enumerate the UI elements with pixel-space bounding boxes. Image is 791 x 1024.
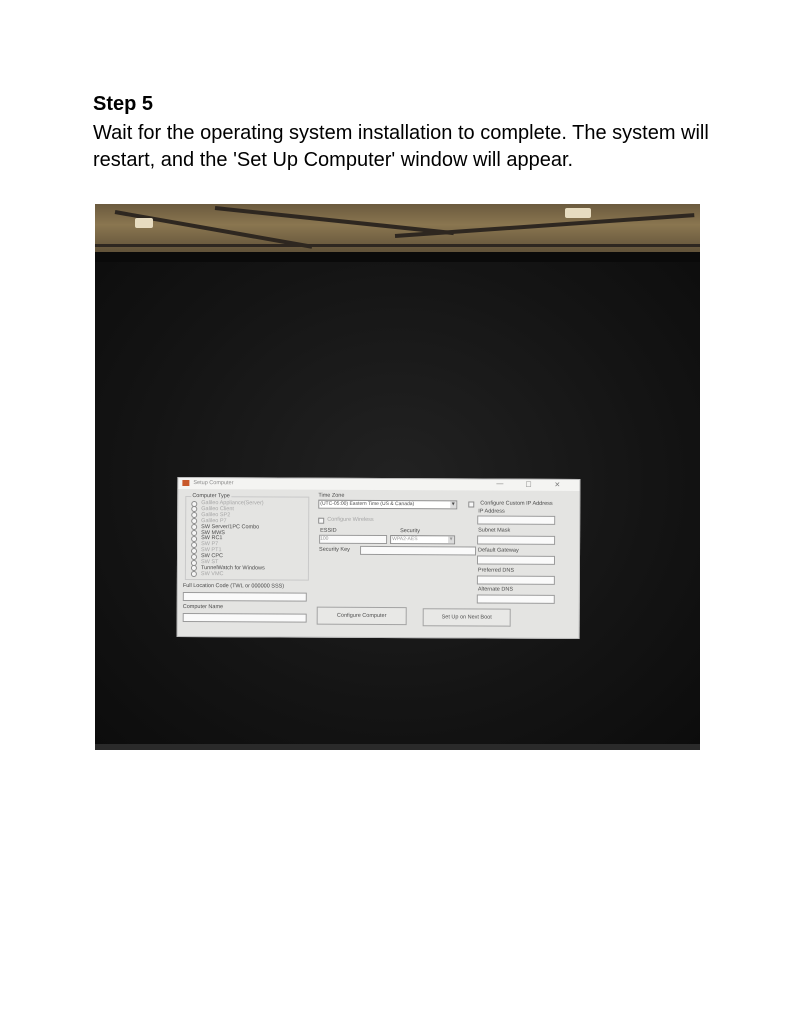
essid-label: ESSID: [320, 527, 337, 534]
app-icon: [182, 479, 190, 487]
computer-type-radio[interactable]: [190, 553, 198, 560]
configure-wireless-label: Configure Wireless: [327, 516, 374, 523]
essid-input[interactable]: 100: [319, 534, 388, 545]
alternate-dns-label: Alternate DNS: [477, 586, 514, 593]
subnet-mask-input[interactable]: [477, 535, 556, 545]
step-title: Step 5: [93, 93, 154, 115]
security-label: Security: [400, 528, 421, 535]
title-bar: Setup Computer — ☐ ✕: [178, 477, 580, 492]
time-zone-value: (UTC-05:00) Eastern Time (US & Canada): [320, 500, 415, 508]
security-select[interactable]: WPA2-AES ▼: [390, 535, 456, 545]
configure-custom-ip-checkbox[interactable]: [468, 501, 475, 508]
configure-computer-button[interactable]: Configure Computer: [316, 606, 407, 626]
computer-name-label: Computer Name: [182, 603, 224, 611]
monitor-photo: Setup Computer — ☐ ✕ Computer Type Galil…: [95, 204, 700, 750]
preferred-dns-label: Preferred DNS: [477, 567, 515, 574]
maximize-button[interactable]: ☐: [525, 481, 531, 489]
computer-type-radio[interactable]: [191, 541, 198, 548]
computer-type-radio[interactable]: [191, 547, 198, 554]
full-location-code-input[interactable]: [182, 591, 307, 602]
monitor-screen: Setup Computer — ☐ ✕ Computer Type Galil…: [95, 252, 700, 750]
minimize-button[interactable]: —: [496, 481, 503, 488]
security-value: WPA2-AES: [392, 536, 418, 543]
step-instructions: Wait for the operating system installati…: [93, 122, 709, 171]
set-up-on-next-boot-button[interactable]: Set Up on Next Boot: [422, 608, 511, 627]
close-button[interactable]: ✕: [554, 481, 560, 489]
full-location-code-label: Full Location Code (TWL or 000000 SSS): [182, 582, 285, 590]
computer-type-option-label: SW VMC: [200, 570, 224, 577]
chevron-down-icon: ▼: [450, 501, 457, 509]
setup-computer-window: Setup Computer — ☐ ✕ Computer Type Galil…: [176, 476, 581, 640]
ceiling: [95, 204, 700, 256]
security-key-input[interactable]: [360, 545, 477, 556]
preferred-dns-input[interactable]: [476, 575, 555, 585]
configure-wireless-checkbox[interactable]: [318, 517, 325, 524]
ip-address-input[interactable]: [477, 515, 556, 525]
security-key-label: Security Key: [319, 546, 350, 553]
subnet-mask-label: Subnet Mask: [478, 527, 511, 534]
ip-address-label: IP Address: [478, 508, 505, 515]
chevron-down-icon: ▼: [448, 536, 455, 544]
alternate-dns-input[interactable]: [476, 594, 555, 604]
configure-custom-ip-label: Configure Custom IP Address: [480, 500, 553, 507]
window-title: Setup Computer: [193, 480, 234, 487]
time-zone-select[interactable]: (UTC-05:00) Eastern Time (US & Canada) ▼: [318, 499, 458, 510]
computer-name-input[interactable]: [182, 612, 307, 623]
time-zone-label: Time Zone: [318, 492, 345, 499]
default-gateway-input[interactable]: [476, 555, 556, 565]
default-gateway-label: Default Gateway: [478, 547, 519, 554]
computer-type-legend: Computer Type: [191, 493, 231, 500]
